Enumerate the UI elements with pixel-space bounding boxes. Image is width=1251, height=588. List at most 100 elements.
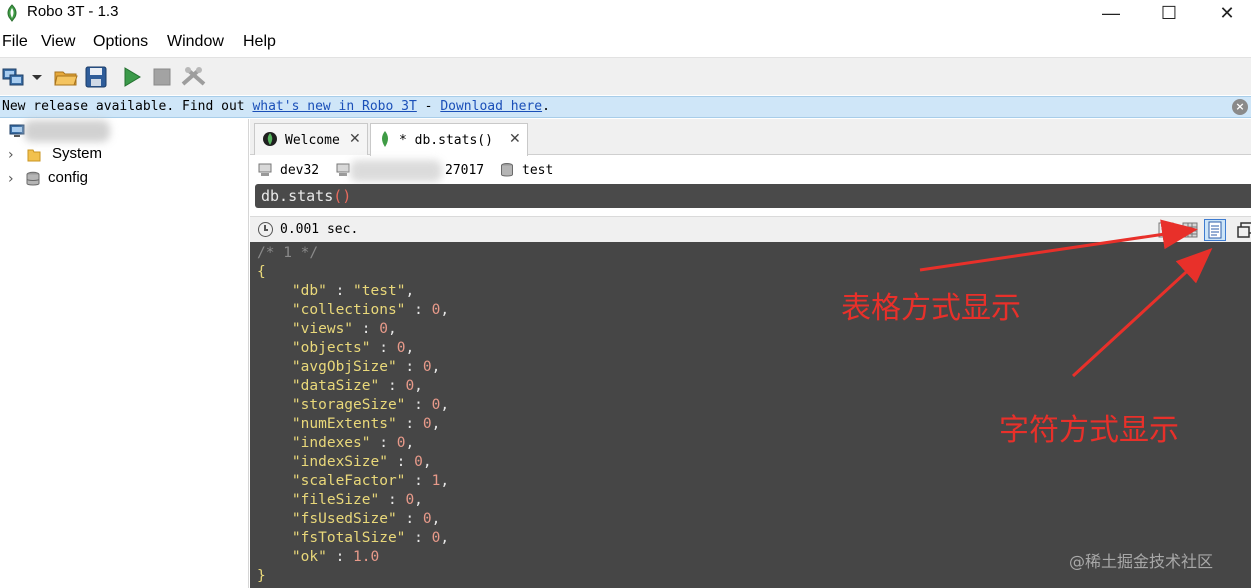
annotation-table-view: 表格方式显示: [841, 291, 1021, 326]
info-suffix: .: [542, 99, 550, 114]
doc-field-key: "collections": [291, 302, 406, 318]
doc-field-line: "dataSize" : 0,: [291, 378, 423, 394]
tab-db-stats[interactable]: * db.stats() ✕: [370, 123, 528, 156]
menu-help[interactable]: Help: [243, 33, 276, 51]
doc-field-value: 0: [405, 378, 415, 394]
close-window-button[interactable]: ✕: [1198, 0, 1251, 26]
doc-field-key: "indexSize": [291, 454, 388, 470]
connect-dropdown-icon[interactable]: [29, 65, 45, 89]
doc-field-line: "db" : "test",: [291, 283, 415, 299]
window-title: Robo 3T - 1.3: [27, 3, 119, 20]
tab-bar: Welcome ✕ * db.stats() ✕: [250, 119, 1251, 156]
update-info-bar: New release available. Find out what's n…: [0, 96, 1251, 118]
server-name: dev32: [280, 163, 320, 178]
close-tab-icon[interactable]: ✕: [349, 131, 361, 147]
database-icon: [501, 163, 513, 177]
doc-field-value: 0: [379, 321, 388, 337]
query-parens: (): [333, 187, 352, 205]
doc-open-brace: {: [257, 264, 266, 280]
doc-field-line: "objects" : 0,: [291, 340, 415, 356]
doc-field-line: "views" : 0,: [291, 321, 397, 337]
tree-view-button[interactable]: [1156, 220, 1176, 240]
close-icon: ×: [1235, 100, 1245, 113]
download-link[interactable]: Download here: [440, 99, 542, 114]
table-view-button[interactable]: [1180, 220, 1200, 240]
execution-time: 0.001 sec.: [280, 222, 359, 237]
doc-field-key: "indexes": [291, 435, 371, 451]
info-text: New release available. Find out: [2, 99, 253, 114]
tools-button[interactable]: [180, 65, 208, 89]
minimize-icon: —: [1102, 2, 1120, 23]
doc-field-key: "avgObjSize": [291, 359, 397, 375]
info-separator: -: [416, 99, 441, 114]
doc-field-line: "fsUsedSize" : 0,: [291, 511, 441, 527]
doc-field-key: "fsUsedSize": [291, 511, 397, 527]
stop-button[interactable]: [150, 65, 174, 89]
tree-item-system[interactable]: › System: [0, 144, 248, 166]
text-view-button[interactable]: [1204, 219, 1226, 241]
doc-field-key: "fsTotalSize": [291, 530, 406, 546]
doc-comment: /* 1 */: [257, 245, 319, 261]
watermark: @稀土掘金技术社区: [1069, 552, 1214, 571]
folder-icon: [27, 149, 41, 162]
open-folder-button[interactable]: [54, 65, 78, 89]
doc-field-line: "collections" : 0,: [291, 302, 450, 318]
doc-field-value: "test": [353, 283, 406, 299]
tree-item-label: System: [52, 145, 103, 162]
tab-welcome[interactable]: Welcome ✕: [254, 123, 368, 155]
doc-field-line: "indexSize" : 0,: [291, 454, 432, 470]
server-icon: [336, 163, 350, 176]
whats-new-link[interactable]: what's new in Robo 3T: [252, 99, 416, 114]
tree-server-node[interactable]: [0, 120, 248, 142]
info-close-button[interactable]: ×: [1232, 99, 1248, 115]
close-tab-icon[interactable]: ✕: [509, 131, 521, 147]
toolbar: [0, 57, 1251, 95]
server-icon: [9, 124, 25, 137]
close-icon: ✕: [1219, 2, 1235, 23]
doc-field-value: 0: [422, 511, 432, 527]
maximize-result-button[interactable]: [1235, 220, 1251, 240]
menu-file[interactable]: File: [2, 33, 28, 51]
maximize-icon: ☐: [1160, 2, 1178, 23]
doc-field-line: "fileSize" : 0,: [291, 492, 423, 508]
doc-close-brace: }: [257, 568, 266, 584]
execute-button[interactable]: [120, 65, 144, 89]
doc-field-value: 0: [422, 359, 432, 375]
doc-field-line: "scaleFactor" : 1,: [291, 473, 450, 489]
query-editor[interactable]: db.stats(): [255, 184, 1251, 208]
database-explorer: › System › config: [0, 119, 249, 588]
chevron-right-icon[interactable]: ›: [8, 147, 14, 163]
clock-icon: [258, 222, 273, 237]
menu-bar: File View Options Window Help: [0, 33, 1251, 55]
menu-window[interactable]: Window: [167, 33, 224, 51]
tree-item-config[interactable]: › config: [0, 168, 248, 190]
tab-label: Welcome: [285, 133, 340, 148]
doc-field-key: "fileSize": [291, 492, 380, 508]
tree-item-label: config: [48, 169, 89, 186]
doc-field-line: "ok" : 1.0: [291, 549, 380, 565]
doc-field-key: "ok": [291, 549, 327, 565]
doc-field-value: 0: [414, 454, 423, 470]
doc-field-key: "scaleFactor": [291, 473, 406, 489]
doc-field-line: "numExtents" : 0,: [291, 416, 441, 432]
query-text: db.stats: [261, 187, 334, 205]
connect-button[interactable]: [2, 65, 26, 89]
database-name: test: [522, 163, 554, 178]
computer-icon: [258, 163, 272, 176]
doc-field-line: "indexes" : 0,: [291, 435, 415, 451]
result-header: 0.001 sec.: [250, 216, 1251, 242]
doc-field-key: "objects": [291, 340, 371, 356]
menu-options[interactable]: Options: [93, 33, 148, 51]
maximize-button[interactable]: ☐: [1140, 0, 1198, 26]
minimize-button[interactable]: —: [1082, 0, 1140, 26]
doc-field-value: 0: [405, 492, 415, 508]
connection-info-bar: dev32 27017 test: [250, 156, 1251, 184]
save-button[interactable]: [84, 65, 108, 89]
tab-label: * db.stats(): [399, 133, 493, 148]
doc-field-key: "db": [291, 283, 327, 299]
server-port: 27017: [445, 163, 485, 178]
mongodb-leaf-icon: [382, 131, 388, 147]
menu-view[interactable]: View: [41, 33, 75, 51]
annotation-text-view: 字符方式显示: [999, 413, 1179, 448]
chevron-right-icon[interactable]: ›: [8, 171, 14, 187]
